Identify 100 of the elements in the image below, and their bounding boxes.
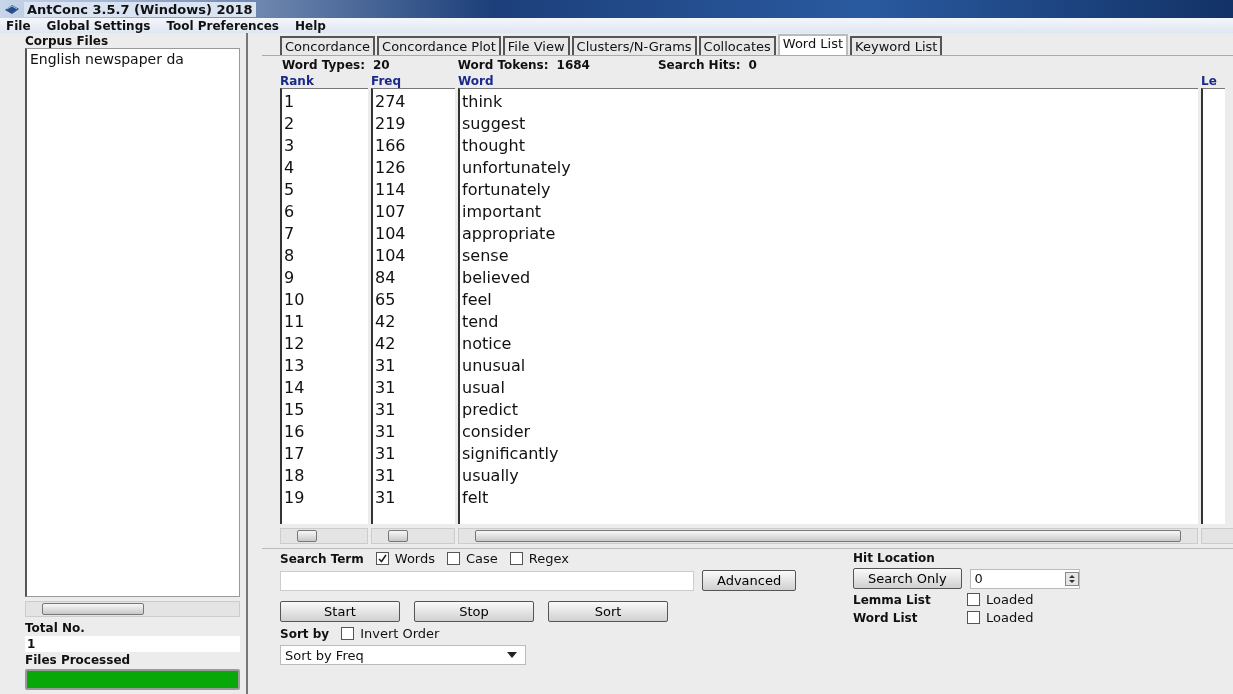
tab[interactable]: Collocates xyxy=(698,36,776,55)
table-cell-text: 15 xyxy=(283,399,306,421)
table-cell-text: 104 xyxy=(374,223,407,245)
action-button[interactable]: Stop xyxy=(414,601,534,622)
hit-location-label: Hit Location xyxy=(853,551,936,565)
table-cell-text: 219 xyxy=(374,113,407,135)
stat-label: Search Hits: xyxy=(657,58,741,72)
table-cell-text: unfortunately xyxy=(461,157,572,179)
tab[interactable]: Concordance xyxy=(280,36,376,55)
total-value: 1 xyxy=(25,636,240,652)
checkbox[interactable] xyxy=(967,611,980,624)
table-cell-text: 9 xyxy=(283,267,296,289)
column-header: Le xyxy=(1201,74,1218,88)
column-header: Word xyxy=(458,74,495,88)
table-cell-text: 42 xyxy=(374,333,397,355)
table-cell-text: 104 xyxy=(374,245,407,267)
table-cell-text: 31 xyxy=(374,443,397,465)
table-cell-text: thought xyxy=(461,135,526,157)
table-cell-text: 13 xyxy=(283,355,306,377)
table-cell-text: 10 xyxy=(283,289,306,311)
table-cell-text: think xyxy=(461,91,504,113)
list-label: Lemma List xyxy=(853,592,932,607)
table-cell-text: sense xyxy=(461,245,510,267)
menu-item[interactable]: Global Settings xyxy=(46,18,151,33)
table-cell-text: appropriate xyxy=(461,223,557,245)
checkbox[interactable] xyxy=(447,552,460,565)
table-cell-text: feel xyxy=(461,289,493,311)
stat-label: Word Types: xyxy=(282,58,365,72)
table-cell-text: 2 xyxy=(283,113,296,135)
app-icon xyxy=(4,2,20,16)
advanced-button[interactable]: Advanced xyxy=(702,570,797,591)
spin-field[interactable]: 0 xyxy=(969,568,1080,589)
table-cell-text: believed xyxy=(461,267,532,289)
table-cell-text: 31 xyxy=(374,399,397,421)
menu-item[interactable]: File xyxy=(6,18,31,33)
tab[interactable]: Concordance Plot xyxy=(377,36,501,55)
table-cell-text: 12 xyxy=(283,333,306,355)
table-cell-text: 31 xyxy=(374,355,397,377)
table-cell-text: 126 xyxy=(374,157,407,179)
table-cell-text: 65 xyxy=(374,289,397,311)
checkbox[interactable] xyxy=(375,552,389,565)
table-cell-text: 31 xyxy=(374,487,397,509)
column-header: Rank xyxy=(280,74,315,88)
table-cell-text: consider xyxy=(461,421,532,443)
table-cell-text: 31 xyxy=(374,465,397,487)
table-cell-text: 8 xyxy=(283,245,296,267)
action-button[interactable]: Sort xyxy=(548,601,668,622)
action-button[interactable]: Start xyxy=(280,601,400,622)
table-cell-text: significantly xyxy=(461,443,560,465)
checkbox[interactable] xyxy=(509,552,523,565)
search-field[interactable] xyxy=(280,570,694,591)
horizontal-scrollbar[interactable] xyxy=(371,528,455,544)
corpus-file[interactable]: English newspaper da xyxy=(27,49,239,69)
corpus-files-label: Corpus Files xyxy=(25,34,110,48)
table-cell-text: unusual xyxy=(461,355,527,377)
stat-value: 0 xyxy=(748,58,757,72)
horizontal-scrollbar[interactable] xyxy=(25,601,240,617)
checkbox[interactable] xyxy=(341,627,355,640)
checkbox-label: Case xyxy=(466,551,498,566)
table-cell-text: 274 xyxy=(374,91,407,113)
table-cell-text: fortunately xyxy=(461,179,552,201)
table-cell-text: suggest xyxy=(461,113,527,135)
horizontal-scrollbar[interactable] xyxy=(1201,528,1233,544)
checkbox[interactable] xyxy=(967,593,980,606)
caret-icon xyxy=(507,652,517,658)
table-cell-text: 114 xyxy=(374,179,407,201)
table-cell-text: usual xyxy=(461,377,506,399)
stat-label: Word Tokens: xyxy=(457,58,549,72)
menu-item[interactable]: Help xyxy=(294,18,326,33)
sort-by-label: Sort by xyxy=(280,626,330,641)
table-cell-text: tend xyxy=(461,311,500,333)
files-processed-label: Files Processed xyxy=(25,653,132,667)
spinner-icon[interactable] xyxy=(1064,571,1079,586)
window-title: AntConc 3.5.7 (Windows) 2018 xyxy=(24,1,256,17)
table-cell-text: notice xyxy=(461,333,513,355)
table-cell-text: 3 xyxy=(283,135,296,157)
table-cell-text: 5 xyxy=(283,179,296,201)
checkbox-label: Words xyxy=(394,551,435,566)
table-cell-text: 166 xyxy=(374,135,407,157)
table-cell-text: 14 xyxy=(283,377,306,399)
table-cell-text: 6 xyxy=(283,201,296,223)
table-cell-text: predict xyxy=(461,399,519,421)
table-cell-text: important xyxy=(461,201,543,223)
total-label: Total No. xyxy=(25,621,86,635)
sort-dropdown[interactable]: Sort by Freq xyxy=(280,645,526,665)
column-header: Freq xyxy=(371,74,403,88)
tab[interactable]: Clusters/N-Grams xyxy=(571,36,697,55)
menu-item[interactable]: Tool Preferences xyxy=(166,18,279,33)
tab[interactable]: File View xyxy=(502,36,570,55)
checkbox-label: Regex xyxy=(528,551,569,566)
tab[interactable]: Word List xyxy=(777,34,849,55)
table-cell-text: 42 xyxy=(374,311,397,333)
table-cell-text: 84 xyxy=(374,267,397,289)
tab[interactable]: Keyword List xyxy=(850,36,943,55)
horizontal-scrollbar[interactable] xyxy=(458,528,1198,544)
table-cell-text: usually xyxy=(461,465,520,487)
table-cell-text: 107 xyxy=(374,201,407,223)
horizontal-scrollbar[interactable] xyxy=(280,528,368,544)
search-only-button[interactable]: Search Only xyxy=(853,568,962,589)
stat-value: 20 xyxy=(373,58,390,72)
